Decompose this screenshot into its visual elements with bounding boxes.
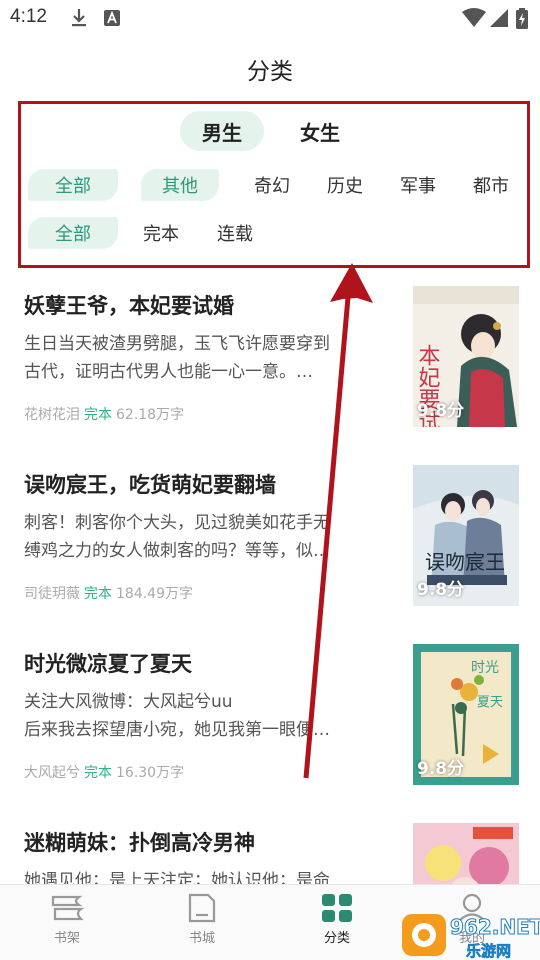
svg-text:误吻宸王: 误吻宸王 — [425, 550, 505, 574]
status-filter-finished[interactable]: 完本 — [123, 217, 199, 249]
book-meta: 大风起兮 完本 16.30万字 — [24, 762, 184, 782]
book-words: 16.30万字 — [116, 765, 185, 781]
book-score: 9.8分 — [417, 401, 465, 421]
book-author: 司徒玥薇 — [24, 586, 80, 602]
status-filter-serial[interactable]: 连载 — [197, 217, 273, 249]
book-title[interactable]: 迷糊萌妹：扑倒高冷男神 — [24, 827, 255, 857]
wifi-icon — [462, 8, 486, 27]
book-title[interactable]: 误吻宸王，吃货萌妃要翻墙 — [24, 469, 276, 499]
svg-text:夏天: 夏天 — [477, 695, 503, 710]
book-state: 完本 — [84, 407, 112, 423]
nav-label: 书架 — [53, 931, 80, 946]
book-meta: 花树花泪 完本 62.18万字 — [24, 404, 184, 424]
genre-filter-other[interactable]: 其他 — [141, 169, 219, 201]
book-state: 完本 — [84, 765, 112, 781]
bookshelf-icon — [51, 895, 85, 921]
status-time: 4:12 — [10, 6, 47, 27]
book-words: 184.49万字 — [116, 586, 193, 602]
genre-filter-all[interactable]: 全部 — [28, 169, 118, 201]
nav-bookstore[interactable]: 书城 — [162, 893, 242, 957]
font-app-icon — [104, 10, 120, 26]
watermark-logo: 962.NET 乐游网 — [402, 914, 540, 960]
svg-text:962.NET: 962.NET — [450, 915, 540, 939]
book-author: 大风起兮 — [24, 765, 80, 781]
svg-text:时光: 时光 — [471, 660, 499, 676]
category-icon — [322, 894, 352, 922]
tab-male[interactable]: 男生 — [180, 111, 264, 151]
book-score: 9.8分 — [417, 580, 465, 600]
status-filter-all[interactable]: 全部 — [28, 217, 118, 249]
book-item[interactable]: 妖孽王爷，本妃要试婚 生日当天被渣男劈腿，玉飞飞许愿要穿到 古代，证明古代男人也… — [0, 286, 540, 450]
page-title: 分类 — [247, 59, 293, 85]
nav-category[interactable]: 分类 — [297, 893, 377, 957]
book-author: 花树花泪 — [24, 407, 80, 423]
book-item[interactable]: 误吻宸王，吃货萌妃要翻墙 刺客！刺客你个大头，见过貌美如花手无 缚鸡之力的女人做… — [0, 465, 540, 629]
bookstore-icon — [188, 893, 216, 923]
book-cover[interactable]: 时光 夏天 9.8分 — [413, 644, 519, 785]
book-description: 关注大风微博：大风起兮uu 后来我去探望唐小宛，她见我第一眼便… — [24, 692, 330, 740]
nav-label: 书城 — [188, 931, 215, 946]
genre-filter-military[interactable]: 军事 — [380, 169, 456, 201]
book-title[interactable]: 时光微凉夏了夏天 — [24, 648, 192, 678]
nav-bookshelf[interactable]: 书架 — [27, 893, 107, 957]
tab-female[interactable]: 女生 — [278, 111, 362, 151]
book-description: 生日当天被渣男劈腿，玉飞飞许愿要穿到 古代，证明古代男人也能一心一意。… — [24, 334, 330, 382]
book-cover[interactable]: 误吻宸王 9.8分 — [413, 465, 519, 606]
genre-filter-fantasy[interactable]: 奇幻 — [234, 169, 310, 201]
book-cover[interactable]: 本妃要试婚 9.8分 — [413, 286, 519, 427]
filter-panel: 男生 女生 全部 其他 奇幻 历史 军事 都市 全部 完本 连载 — [18, 101, 530, 268]
book-title[interactable]: 妖孽王爷，本妃要试婚 — [24, 290, 234, 320]
nav-label: 分类 — [323, 931, 350, 946]
book-words: 62.18万字 — [116, 407, 185, 423]
book-item[interactable]: 时光微凉夏了夏天 关注大风微博：大风起兮uu 后来我去探望唐小宛，她见我第一眼便… — [0, 644, 540, 808]
battery-icon — [516, 8, 528, 29]
book-meta: 司徒玥薇 完本 184.49万字 — [24, 583, 193, 603]
download-icon — [72, 9, 86, 27]
genre-filter-history[interactable]: 历史 — [307, 169, 383, 201]
book-score: 9.8分 — [417, 759, 465, 779]
svg-text:乐游网: 乐游网 — [466, 942, 511, 960]
book-state: 完本 — [84, 586, 112, 602]
book-description: 刺客！刺客你个大头，见过貌美如花手无 缚鸡之力的女人做刺客的吗？等等，似… — [24, 513, 330, 561]
genre-filter-city[interactable]: 都市 — [453, 169, 529, 201]
signal-icon — [490, 9, 508, 27]
status-bar: 4:12 — [0, 0, 540, 36]
